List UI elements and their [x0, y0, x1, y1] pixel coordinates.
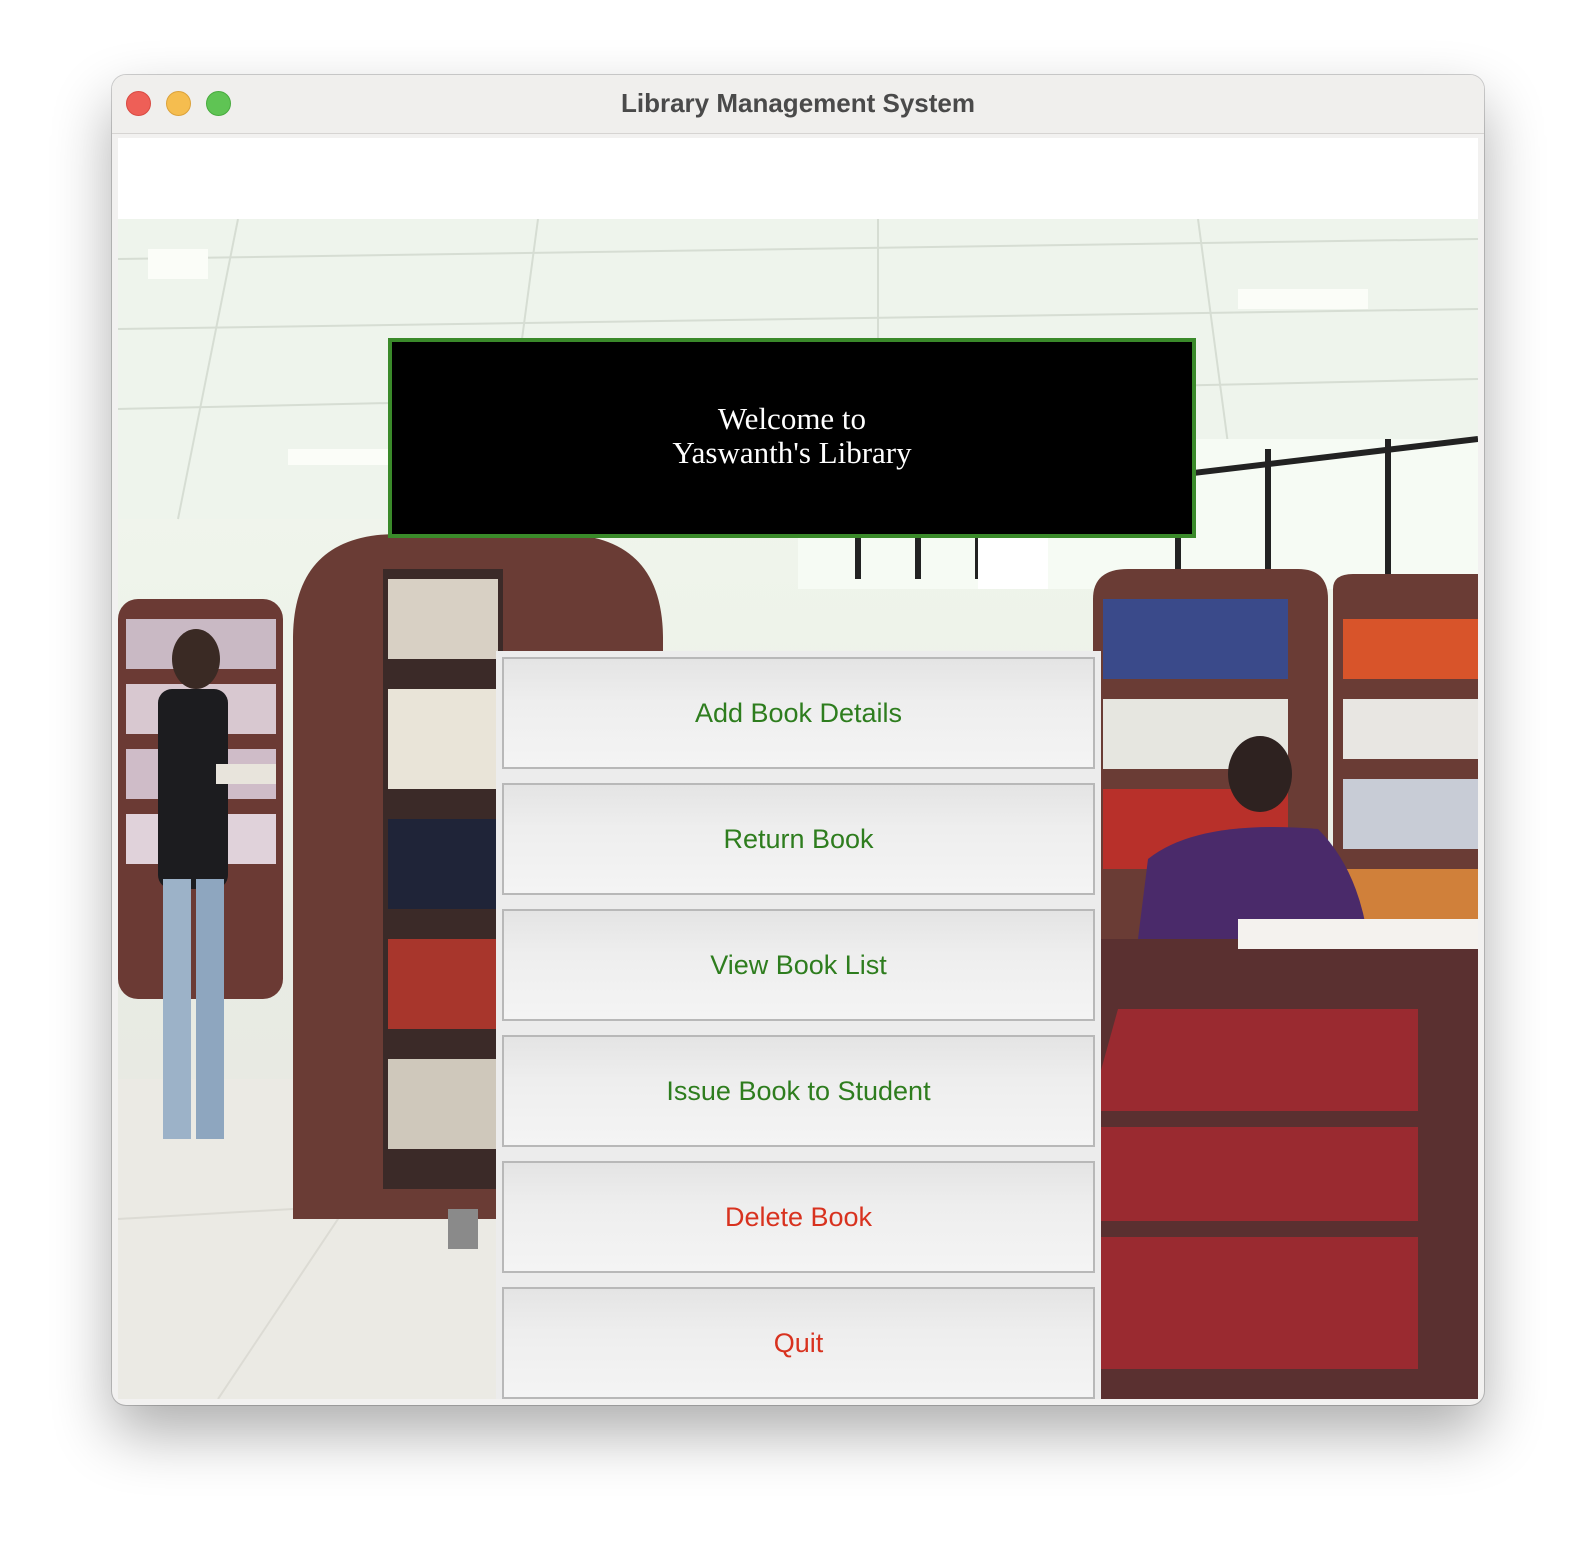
issue-book-to-student-button[interactable]: Issue Book to Student — [502, 1035, 1095, 1147]
welcome-banner: Welcome to Yaswanth's Library — [388, 338, 1196, 538]
app-window: Library Management System Welcome to Yas… — [112, 75, 1484, 1405]
delete-book-button[interactable]: Delete Book — [502, 1161, 1095, 1273]
add-book-details-button[interactable]: Add Book Details — [502, 657, 1095, 769]
window-title: Library Management System — [620, 88, 975, 118]
library-background-image: Welcome to Yaswanth's Library Add Book D… — [118, 219, 1478, 1399]
header-blank-area — [118, 138, 1478, 219]
welcome-banner-text: Welcome to Yaswanth's Library — [672, 401, 912, 470]
quit-button[interactable]: Quit — [502, 1287, 1095, 1399]
return-book-button[interactable]: Return Book — [502, 783, 1095, 895]
title-bar[interactable]: Library Management System — [112, 75, 1484, 134]
view-book-list-button[interactable]: View Book List — [502, 909, 1095, 1021]
main-menu-panel: Add Book Details Return Book View Book L… — [496, 651, 1101, 1399]
content-area: Welcome to Yaswanth's Library Add Book D… — [118, 138, 1478, 1399]
